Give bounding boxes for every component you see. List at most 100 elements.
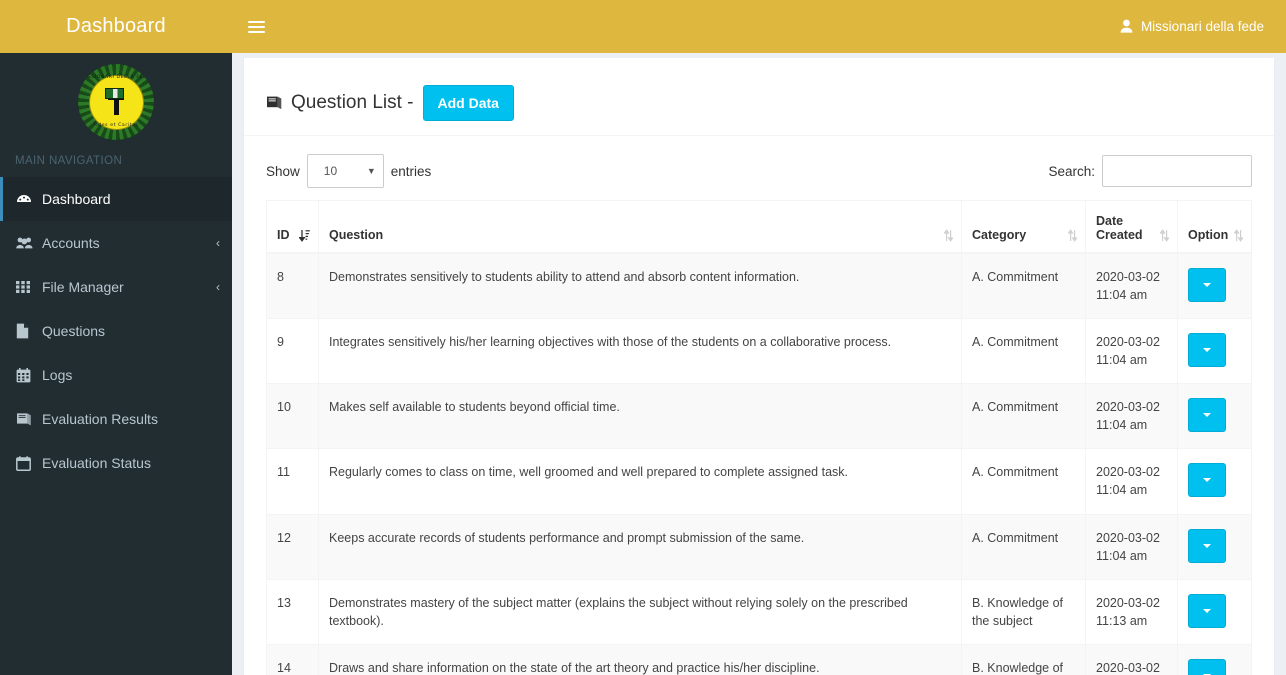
column-header-option[interactable]: Option bbox=[1177, 200, 1252, 254]
emblem-top-text: MISSIONARI DELLA FEDE bbox=[81, 75, 151, 80]
cell-date-created: 2020-03-02 11:04 am bbox=[1085, 382, 1178, 449]
column-header-date-created[interactable]: Date Created bbox=[1085, 200, 1178, 254]
sort-both-icon bbox=[1233, 228, 1245, 242]
sidebar-item-evaluation-status[interactable]: Evaluation Status bbox=[0, 441, 232, 485]
table-row[interactable]: 13 Demonstrates mastery of the subject m… bbox=[266, 578, 1252, 645]
book-icon bbox=[266, 95, 283, 110]
dashboard-icon bbox=[16, 191, 42, 207]
cell-id: 11 bbox=[266, 448, 319, 514]
table-row[interactable]: 12 Keeps accurate records of students pe… bbox=[266, 513, 1252, 580]
content-wrapper: Question List - Add Data Show 10 25 50 1… bbox=[232, 53, 1286, 675]
sidebar-toggle-button[interactable] bbox=[232, 0, 280, 53]
cell-option bbox=[1177, 317, 1252, 384]
nav-heading: MAIN NAVIGATION bbox=[15, 155, 123, 167]
row-option-button[interactable] bbox=[1188, 463, 1226, 498]
caret-down-icon bbox=[1203, 347, 1211, 352]
sidebar-item-label: Evaluation Status bbox=[42, 455, 151, 471]
sidebar-item-label: Questions bbox=[42, 323, 106, 339]
page-title: Question List - bbox=[266, 92, 414, 114]
user-menu[interactable]: Missionari della fede bbox=[1120, 19, 1274, 35]
hamburger-icon bbox=[247, 18, 265, 36]
column-header-label: ID bbox=[277, 227, 290, 242]
brand-logo-block[interactable]: Dashboard bbox=[0, 0, 232, 53]
column-header-category[interactable]: Category bbox=[961, 200, 1086, 254]
cell-option bbox=[1177, 252, 1252, 319]
cell-date-created: 2020-03-02 11:13 am bbox=[1085, 578, 1178, 645]
user-name-label: Missionari della fede bbox=[1140, 19, 1264, 34]
calendar-grid-icon bbox=[16, 367, 42, 383]
cell-date-created: 2020-03-02 11:04 am bbox=[1085, 448, 1178, 514]
cell-id: 14 bbox=[266, 643, 319, 675]
chevron-left-icon: ‹ bbox=[216, 236, 220, 250]
caret-down-icon bbox=[1203, 608, 1211, 613]
cell-question: Demonstrates mastery of the subject matt… bbox=[318, 578, 962, 645]
sidebar-item-dashboard[interactable]: Dashboard bbox=[0, 177, 232, 221]
table-row[interactable]: 10 Makes self available to students beyo… bbox=[266, 382, 1252, 449]
question-list-box: Question List - Add Data Show 10 25 50 1… bbox=[244, 58, 1274, 675]
search-input[interactable] bbox=[1102, 155, 1252, 187]
table-row[interactable]: 11 Regularly comes to class on time, wel… bbox=[266, 448, 1252, 514]
cell-question: Makes self available to students beyond … bbox=[318, 382, 962, 449]
sort-both-icon bbox=[943, 228, 954, 242]
column-header-label: Date Created bbox=[1096, 213, 1143, 242]
sidebar-item-label: Dashboard bbox=[42, 191, 111, 207]
cell-question: Keeps accurate records of students perfo… bbox=[318, 513, 962, 580]
sidebar-item-accounts[interactable]: Accounts ‹ bbox=[0, 221, 232, 265]
cell-option bbox=[1177, 578, 1252, 645]
file-icon bbox=[16, 323, 42, 339]
cell-category: B. Knowledge of the subject bbox=[961, 643, 1086, 675]
top-navbar: Missionari della fede bbox=[232, 0, 1286, 53]
table-head: ID Question Category Date Created Option bbox=[266, 200, 1252, 254]
column-header-id[interactable]: ID bbox=[266, 200, 319, 254]
table-row[interactable]: 8 Demonstrates sensitively to students a… bbox=[266, 252, 1252, 319]
column-header-label: Category bbox=[972, 227, 1027, 242]
sidebar-item-label: Accounts bbox=[42, 235, 100, 251]
book-icon bbox=[16, 412, 42, 426]
page-title-text: Question List - bbox=[291, 91, 414, 113]
cell-option bbox=[1177, 513, 1252, 580]
row-option-button[interactable] bbox=[1188, 398, 1226, 432]
sidebar-item-evaluation-results[interactable]: Evaluation Results bbox=[0, 397, 232, 441]
cell-date-created: 2020-03-02 11:13 am bbox=[1085, 643, 1178, 675]
cell-option bbox=[1177, 382, 1252, 449]
column-header-label: Question bbox=[329, 227, 384, 242]
row-option-button[interactable] bbox=[1188, 528, 1226, 563]
column-header-question[interactable]: Question bbox=[318, 200, 962, 254]
entries-label: entries bbox=[390, 163, 432, 179]
user-icon bbox=[1120, 19, 1133, 35]
cell-category: A. Commitment bbox=[961, 252, 1086, 319]
cell-question: Demonstrates sensitively to students abi… bbox=[318, 252, 962, 319]
cell-date-created: 2020-03-02 11:04 am bbox=[1085, 252, 1178, 319]
cell-id: 10 bbox=[266, 382, 319, 449]
cell-id: 9 bbox=[266, 317, 319, 384]
add-data-button[interactable]: Add Data bbox=[422, 84, 514, 121]
sort-desc-icon bbox=[298, 229, 310, 242]
cell-category: A. Commitment bbox=[961, 317, 1086, 384]
cell-category: A. Commitment bbox=[961, 513, 1086, 580]
row-option-button[interactable] bbox=[1188, 332, 1226, 367]
sort-both-icon bbox=[1067, 228, 1078, 242]
sidebar-item-logs[interactable]: Logs bbox=[0, 353, 232, 397]
cell-date-created: 2020-03-02 11:04 am bbox=[1085, 513, 1178, 580]
column-header-label: Option bbox=[1188, 227, 1229, 242]
sidebar-logo: MISSIONARI DELLA FEDE Fides et Caritas bbox=[0, 53, 232, 145]
sidebar-item-label: Logs bbox=[42, 367, 73, 383]
cell-category: A. Commitment bbox=[961, 382, 1086, 449]
sidebar-item-label: File Manager bbox=[42, 279, 124, 295]
sidebar-item-file-manager[interactable]: File Manager ‹ bbox=[0, 265, 232, 309]
datatable-controls: Show 10 25 50 100 ▼ entries Search: bbox=[266, 146, 1252, 200]
sidebar-item-label: Evaluation Results bbox=[42, 411, 158, 427]
row-option-button[interactable] bbox=[1188, 267, 1226, 302]
sidebar-nav-list: Dashboard Accounts ‹ File Manager ‹ Ques… bbox=[0, 177, 232, 485]
sidebar-item-questions[interactable]: Questions bbox=[0, 309, 232, 353]
table-header-row: ID Question Category Date Created Option bbox=[266, 200, 1252, 254]
table-row[interactable]: 14 Draws and share information on the st… bbox=[266, 643, 1252, 675]
entries-select[interactable]: 10 25 50 100 bbox=[306, 154, 384, 188]
caret-down-icon bbox=[1203, 282, 1211, 287]
entries-select-wrap: 10 25 50 100 ▼ bbox=[306, 154, 384, 188]
row-option-button[interactable] bbox=[1188, 593, 1226, 628]
row-option-button[interactable] bbox=[1188, 659, 1226, 675]
table-row[interactable]: 9 Integrates sensitively his/her learnin… bbox=[266, 317, 1252, 384]
calendar-icon bbox=[16, 455, 42, 471]
organization-emblem-icon: MISSIONARI DELLA FEDE Fides et Caritas bbox=[78, 64, 154, 140]
